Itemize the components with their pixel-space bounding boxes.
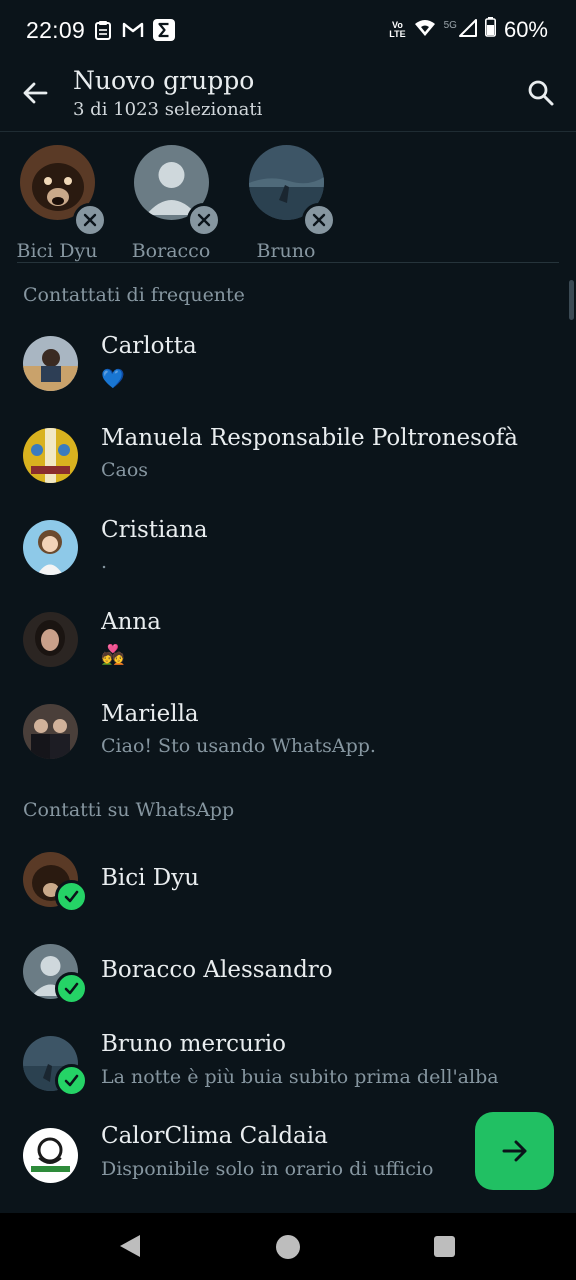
contact-row[interactable]: Mariella Ciao! Sto usando WhatsApp.	[0, 684, 576, 776]
selected-chip[interactable]: Bruno	[236, 145, 336, 262]
selected-chip[interactable]: Bici Dyu	[7, 145, 107, 262]
search-icon	[528, 80, 554, 106]
chip-name: Bici Dyu	[16, 240, 98, 262]
system-nav-bar	[0, 1213, 576, 1280]
status-time: 22:09	[26, 17, 86, 43]
scrollbar[interactable]	[569, 280, 574, 320]
chip-name: Bruno	[256, 240, 316, 262]
remove-button[interactable]	[73, 203, 107, 237]
selected-contacts: Bici Dyu Boracco Bruno	[0, 132, 576, 262]
contact-row[interactable]: Cristiana .	[0, 500, 576, 592]
check-icon	[55, 972, 88, 1005]
nav-home-icon[interactable]	[276, 1235, 300, 1259]
gmail-icon	[122, 19, 144, 41]
divider	[17, 262, 559, 263]
contact-status: 💑	[101, 644, 125, 666]
contact-status: 💙	[101, 368, 125, 390]
back-button[interactable]	[18, 76, 52, 110]
check-icon	[55, 1064, 88, 1097]
next-button[interactable]	[475, 1112, 554, 1190]
selected-chip[interactable]: Boracco	[121, 145, 221, 262]
clipboard-icon	[94, 19, 112, 41]
contact-row[interactable]: Boracco Alessandro	[0, 924, 576, 1016]
battery-percent: 60%	[503, 17, 548, 42]
chip-name: Boracco	[131, 240, 211, 262]
arrow-back-icon	[23, 82, 48, 104]
battery-icon	[484, 17, 496, 43]
contact-name: Boracco Alessandro	[101, 957, 333, 983]
nav-back-icon[interactable]	[118, 1233, 142, 1259]
sigma-app-icon	[153, 19, 175, 41]
app-bar: Nuovo gruppo 3 di 1023 selezionati	[0, 62, 576, 132]
contact-status: La notte è più buia subito prima dell'al…	[101, 1066, 499, 1088]
section-header-frequent: Contattati di frequente	[23, 284, 245, 306]
page-title: Nuovo gruppo	[73, 66, 255, 95]
contact-name: Cristiana	[101, 517, 208, 543]
contact-name: Mariella	[101, 701, 199, 727]
contact-status: .	[101, 551, 108, 573]
avatar	[23, 428, 78, 483]
avatar	[23, 520, 78, 575]
contact-row[interactable]: Manuela Responsabile Poltronesofà Caos	[0, 408, 576, 500]
section-header-whatsapp: Contatti su WhatsApp	[23, 799, 235, 821]
contact-row[interactable]: Anna 💑	[0, 592, 576, 684]
check-icon	[55, 880, 88, 913]
avatar	[23, 1128, 78, 1183]
contact-status: Caos	[101, 459, 149, 481]
avatar	[23, 612, 78, 667]
avatar	[23, 336, 78, 391]
contact-name: Anna	[101, 609, 161, 635]
contact-name: Manuela Responsabile Poltronesofà	[101, 425, 518, 451]
contact-name: Bruno mercurio	[101, 1031, 286, 1057]
contact-row[interactable]: Bici Dyu	[0, 832, 576, 924]
remove-button[interactable]	[302, 203, 336, 237]
volte-indicator: Vo LTE	[389, 20, 406, 39]
search-button[interactable]	[524, 76, 558, 110]
status-bar: 22:09 Vo LTE 5G 60%	[0, 0, 576, 62]
selection-count: 3 di 1023 selezionati	[73, 99, 263, 120]
network-type: 5G	[443, 19, 457, 31]
avatar	[23, 704, 78, 759]
close-icon	[312, 213, 326, 227]
contact-row[interactable]: Carlotta 💙	[0, 316, 576, 408]
contact-name: Carlotta	[101, 333, 197, 359]
close-icon	[197, 213, 211, 227]
arrow-right-icon	[502, 1140, 526, 1162]
signal-icon	[458, 17, 477, 43]
contact-status: Ciao! Sto usando WhatsApp.	[101, 735, 376, 757]
nav-recents-icon[interactable]	[434, 1236, 455, 1257]
remove-button[interactable]	[187, 203, 221, 237]
contact-row[interactable]: Bruno mercurio La notte è più buia subit…	[0, 1016, 576, 1108]
close-icon	[83, 213, 97, 227]
contact-name: Bici Dyu	[101, 865, 200, 891]
wifi-icon	[414, 17, 436, 43]
